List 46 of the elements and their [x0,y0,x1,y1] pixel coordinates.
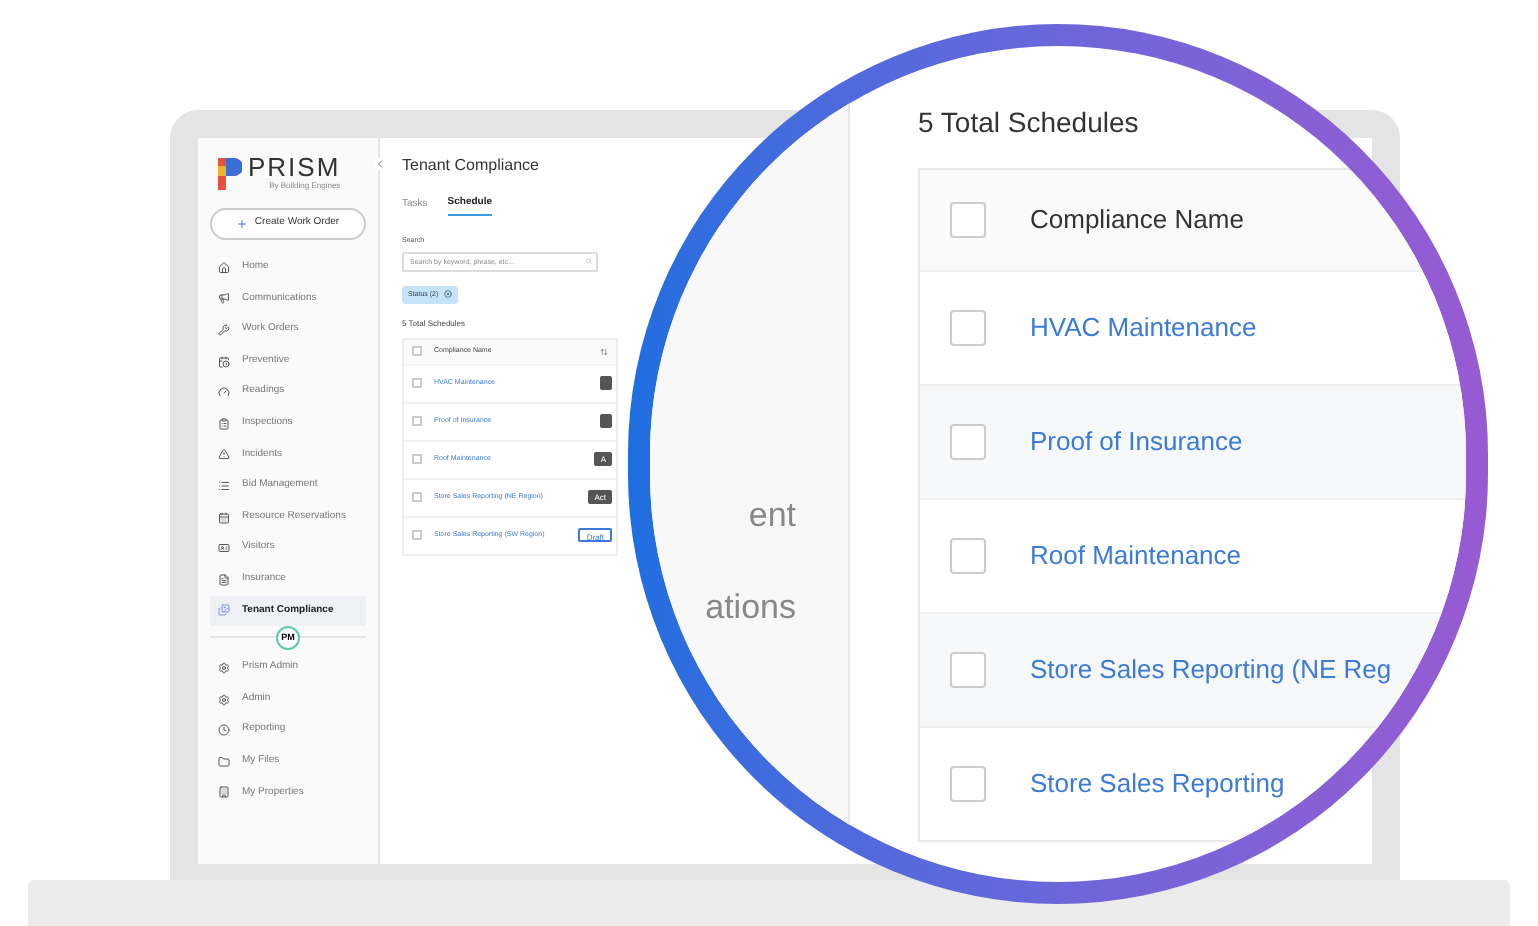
images-icon [218,604,230,617]
list-icon [218,479,230,492]
sidebar-text: ations [705,585,796,629]
gauge-icon [218,386,230,399]
gear-icon [218,661,230,674]
gear-icon [218,693,230,706]
schedule-link[interactable]: HVAC Maintenance [1030,308,1257,348]
calendar-icon [218,511,230,524]
status-badge [600,414,612,429]
megaphone-icon [218,292,230,305]
calendar-icon [218,355,230,368]
column-header: Compliance Name [1030,202,1244,239]
warning-icon [218,448,230,461]
clear-icon[interactable] [444,290,453,299]
clock-icon [218,724,230,737]
checkbox[interactable] [412,416,422,427]
checkbox[interactable] [412,492,422,503]
checkbox[interactable] [950,310,986,346]
logo-text: PRISM [248,154,341,180]
building-icon [218,786,230,799]
wrench-icon [218,323,230,336]
folder-icon [218,755,230,768]
id-card-icon [218,542,230,555]
checkbox[interactable] [950,538,986,574]
search-icon [586,258,592,265]
checkbox[interactable] [950,652,986,688]
page-title: Tenant Compliance [402,154,541,178]
checkbox[interactable] [412,378,422,389]
checkbox[interactable] [412,454,422,465]
schedule-link[interactable]: Proof of Insurance [1030,422,1243,462]
clipboard-icon [218,417,230,430]
schedule-link[interactable]: Store Sales Reporting [1030,764,1285,804]
checkbox[interactable] [950,202,986,238]
schedule-count: 5 Total Schedules [918,104,1141,142]
status-badge [600,376,612,391]
checkbox[interactable] [950,766,986,802]
logo-icon [218,157,242,189]
checkbox[interactable] [412,346,422,357]
checkbox[interactable] [412,530,422,541]
plus-icon [236,218,249,230]
sidebar-text: ent [748,494,796,538]
checkbox[interactable] [950,424,986,460]
sort-icon[interactable] [600,347,608,356]
document-icon [218,573,230,586]
home-icon [218,261,230,274]
schedule-link[interactable]: Roof Maintenance [1030,536,1242,576]
